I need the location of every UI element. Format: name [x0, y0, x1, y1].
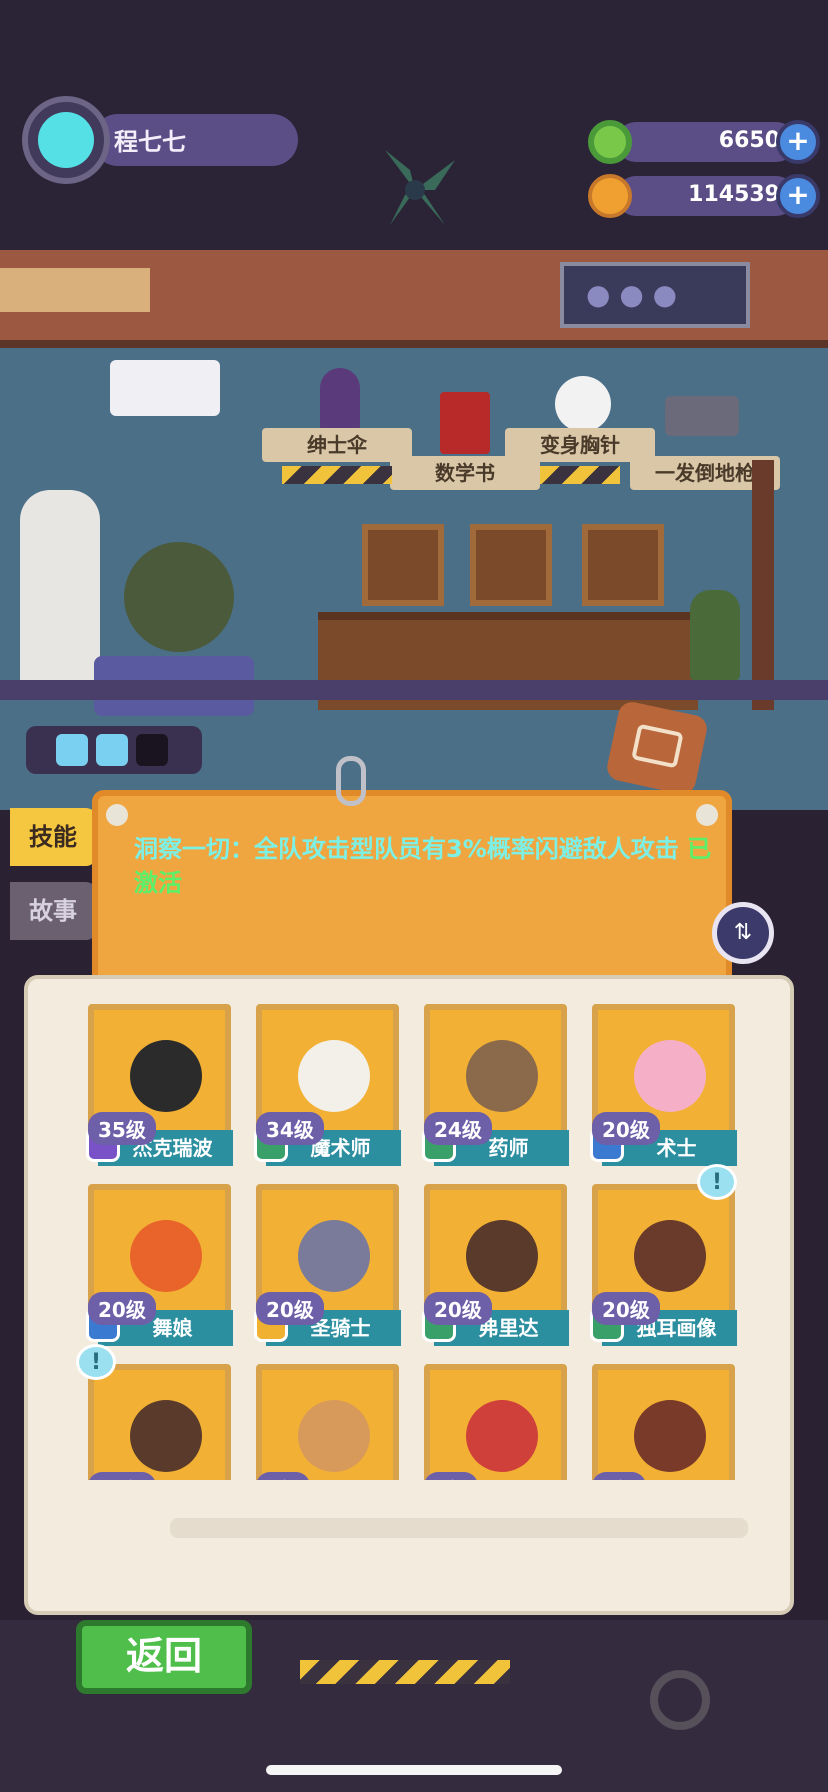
paperclip-icon [336, 756, 366, 806]
character-face [298, 1040, 370, 1112]
character-face [466, 1400, 538, 1472]
portrait-frame[interactable] [582, 524, 664, 606]
character-level: 20级 [88, 1292, 156, 1325]
character-level: 20级 [88, 1472, 156, 1480]
add-currency-button[interactable]: + [776, 120, 820, 164]
plant-icon [690, 590, 740, 680]
character-level: 20级 [592, 1292, 660, 1325]
skill-description: 洞察一切：全队攻击型队员有3%概率闪避敌人攻击 已激活 [134, 832, 714, 900]
character-card[interactable]: 舞娘 20级 [82, 1178, 237, 1348]
hazard-stripe [282, 466, 392, 484]
lightning-icon [56, 734, 88, 766]
character-face [634, 1400, 706, 1472]
character-card[interactable]: 弗里达 20级 [418, 1178, 573, 1348]
skill-text: 洞察一切：全队攻击型队员有3%概率闪避敌人攻击 [134, 835, 679, 863]
character-level: 20级 [592, 1112, 660, 1145]
skeleton-character[interactable] [20, 490, 100, 690]
gallery-icon [631, 723, 684, 769]
swap-icon: ⇅ [733, 920, 753, 945]
tab-story[interactable]: 故事 [10, 882, 96, 940]
hazard-stripe [300, 1660, 510, 1684]
character-face [298, 1220, 370, 1292]
character-grid: 杰克瑞波 35级 魔术师 34级 药师 24级 术士 20级舞娘 20级 圣骑士 20级 弗里达 20级… [60, 990, 760, 1480]
character-card[interactable]: 杰克瑞波 35级 [82, 998, 237, 1168]
character-card[interactable]: 药师 24级 [418, 998, 573, 1168]
currency-coin: 114539 + [588, 174, 820, 218]
portrait-frame[interactable] [362, 524, 444, 606]
portrait-frame[interactable] [470, 524, 552, 606]
energy-slots [26, 726, 202, 774]
shelf-item-label: 绅士伞 [262, 428, 412, 462]
character-card[interactable]: 圣骑士 20级 [250, 1178, 405, 1348]
character-level: 20级 [424, 1292, 492, 1325]
fan-icon [385, 150, 455, 225]
player-profile[interactable]: 程七七 [22, 96, 298, 184]
character-portrait [592, 1364, 735, 1480]
notice-icon: ! [697, 1164, 737, 1200]
lightning-icon [96, 734, 128, 766]
character-face [298, 1400, 370, 1472]
character-portrait [424, 1364, 567, 1480]
character-level: 35级 [88, 1112, 156, 1145]
pin-icon [696, 804, 718, 826]
robot-character[interactable] [124, 542, 234, 652]
avatar[interactable] [22, 96, 110, 184]
character-face [130, 1220, 202, 1292]
ghost-display: ● ● ● [560, 262, 750, 328]
empty-slot [136, 734, 168, 766]
character-face [466, 1040, 538, 1112]
character-level: 34级 [256, 1112, 324, 1145]
character-face [634, 1220, 706, 1292]
character-card[interactable]: 魔术师 34级 [250, 998, 405, 1168]
add-currency-button[interactable]: + [776, 174, 820, 218]
notice-icon: ! [76, 1344, 116, 1380]
character-face [130, 1400, 202, 1472]
character-portrait [256, 1364, 399, 1480]
pin-icon [106, 804, 128, 826]
character-face [634, 1040, 706, 1112]
character-level: 1级 [424, 1472, 478, 1480]
projector-icon [110, 360, 220, 416]
cat-avatar-icon [38, 112, 94, 168]
character-level: 1级 [592, 1472, 646, 1480]
player-name: 程七七 [114, 128, 186, 156]
green-donut-icon [588, 120, 632, 164]
character-card[interactable]: 1级 [418, 1358, 573, 1480]
swap-button[interactable]: ⇅ [712, 902, 774, 964]
character-face [466, 1220, 538, 1292]
character-card[interactable]: 术士 20级 [586, 998, 741, 1168]
revolver-icon[interactable] [665, 396, 739, 436]
vent-grill [0, 268, 150, 312]
tab-skill[interactable]: 技能 [10, 808, 96, 866]
skull-brooch-icon[interactable] [555, 376, 611, 432]
character-card[interactable]: 20级! [76, 1344, 237, 1480]
character-portrait [88, 1364, 231, 1480]
blurred-text [170, 1518, 748, 1538]
home-indicator [266, 1765, 562, 1775]
currency-value: 6650 [718, 128, 780, 153]
character-card[interactable]: 1级 [250, 1358, 405, 1480]
currency-donut: 6650 + [588, 120, 820, 164]
coat-stand [752, 460, 774, 710]
floor [0, 680, 828, 700]
character-card[interactable]: 独耳画像 20级! [586, 1164, 741, 1348]
character-face [130, 1040, 202, 1112]
gear-decoration [650, 1670, 710, 1730]
skill-panel: 洞察一切：全队攻击型队员有3%概率闪避敌人攻击 已激活 [92, 756, 732, 990]
character-level: 20级 [256, 1292, 324, 1325]
umbrella-icon[interactable] [320, 368, 360, 430]
math-book-icon[interactable] [440, 392, 490, 454]
character-level: 24级 [424, 1112, 492, 1145]
hazard-stripe [540, 466, 620, 484]
back-button[interactable]: 返回 [76, 1620, 252, 1694]
character-card[interactable]: 1级 [586, 1358, 741, 1480]
planet-coin-icon [588, 174, 632, 218]
currency-value: 114539 [688, 182, 780, 207]
character-level: 1级 [256, 1472, 310, 1480]
